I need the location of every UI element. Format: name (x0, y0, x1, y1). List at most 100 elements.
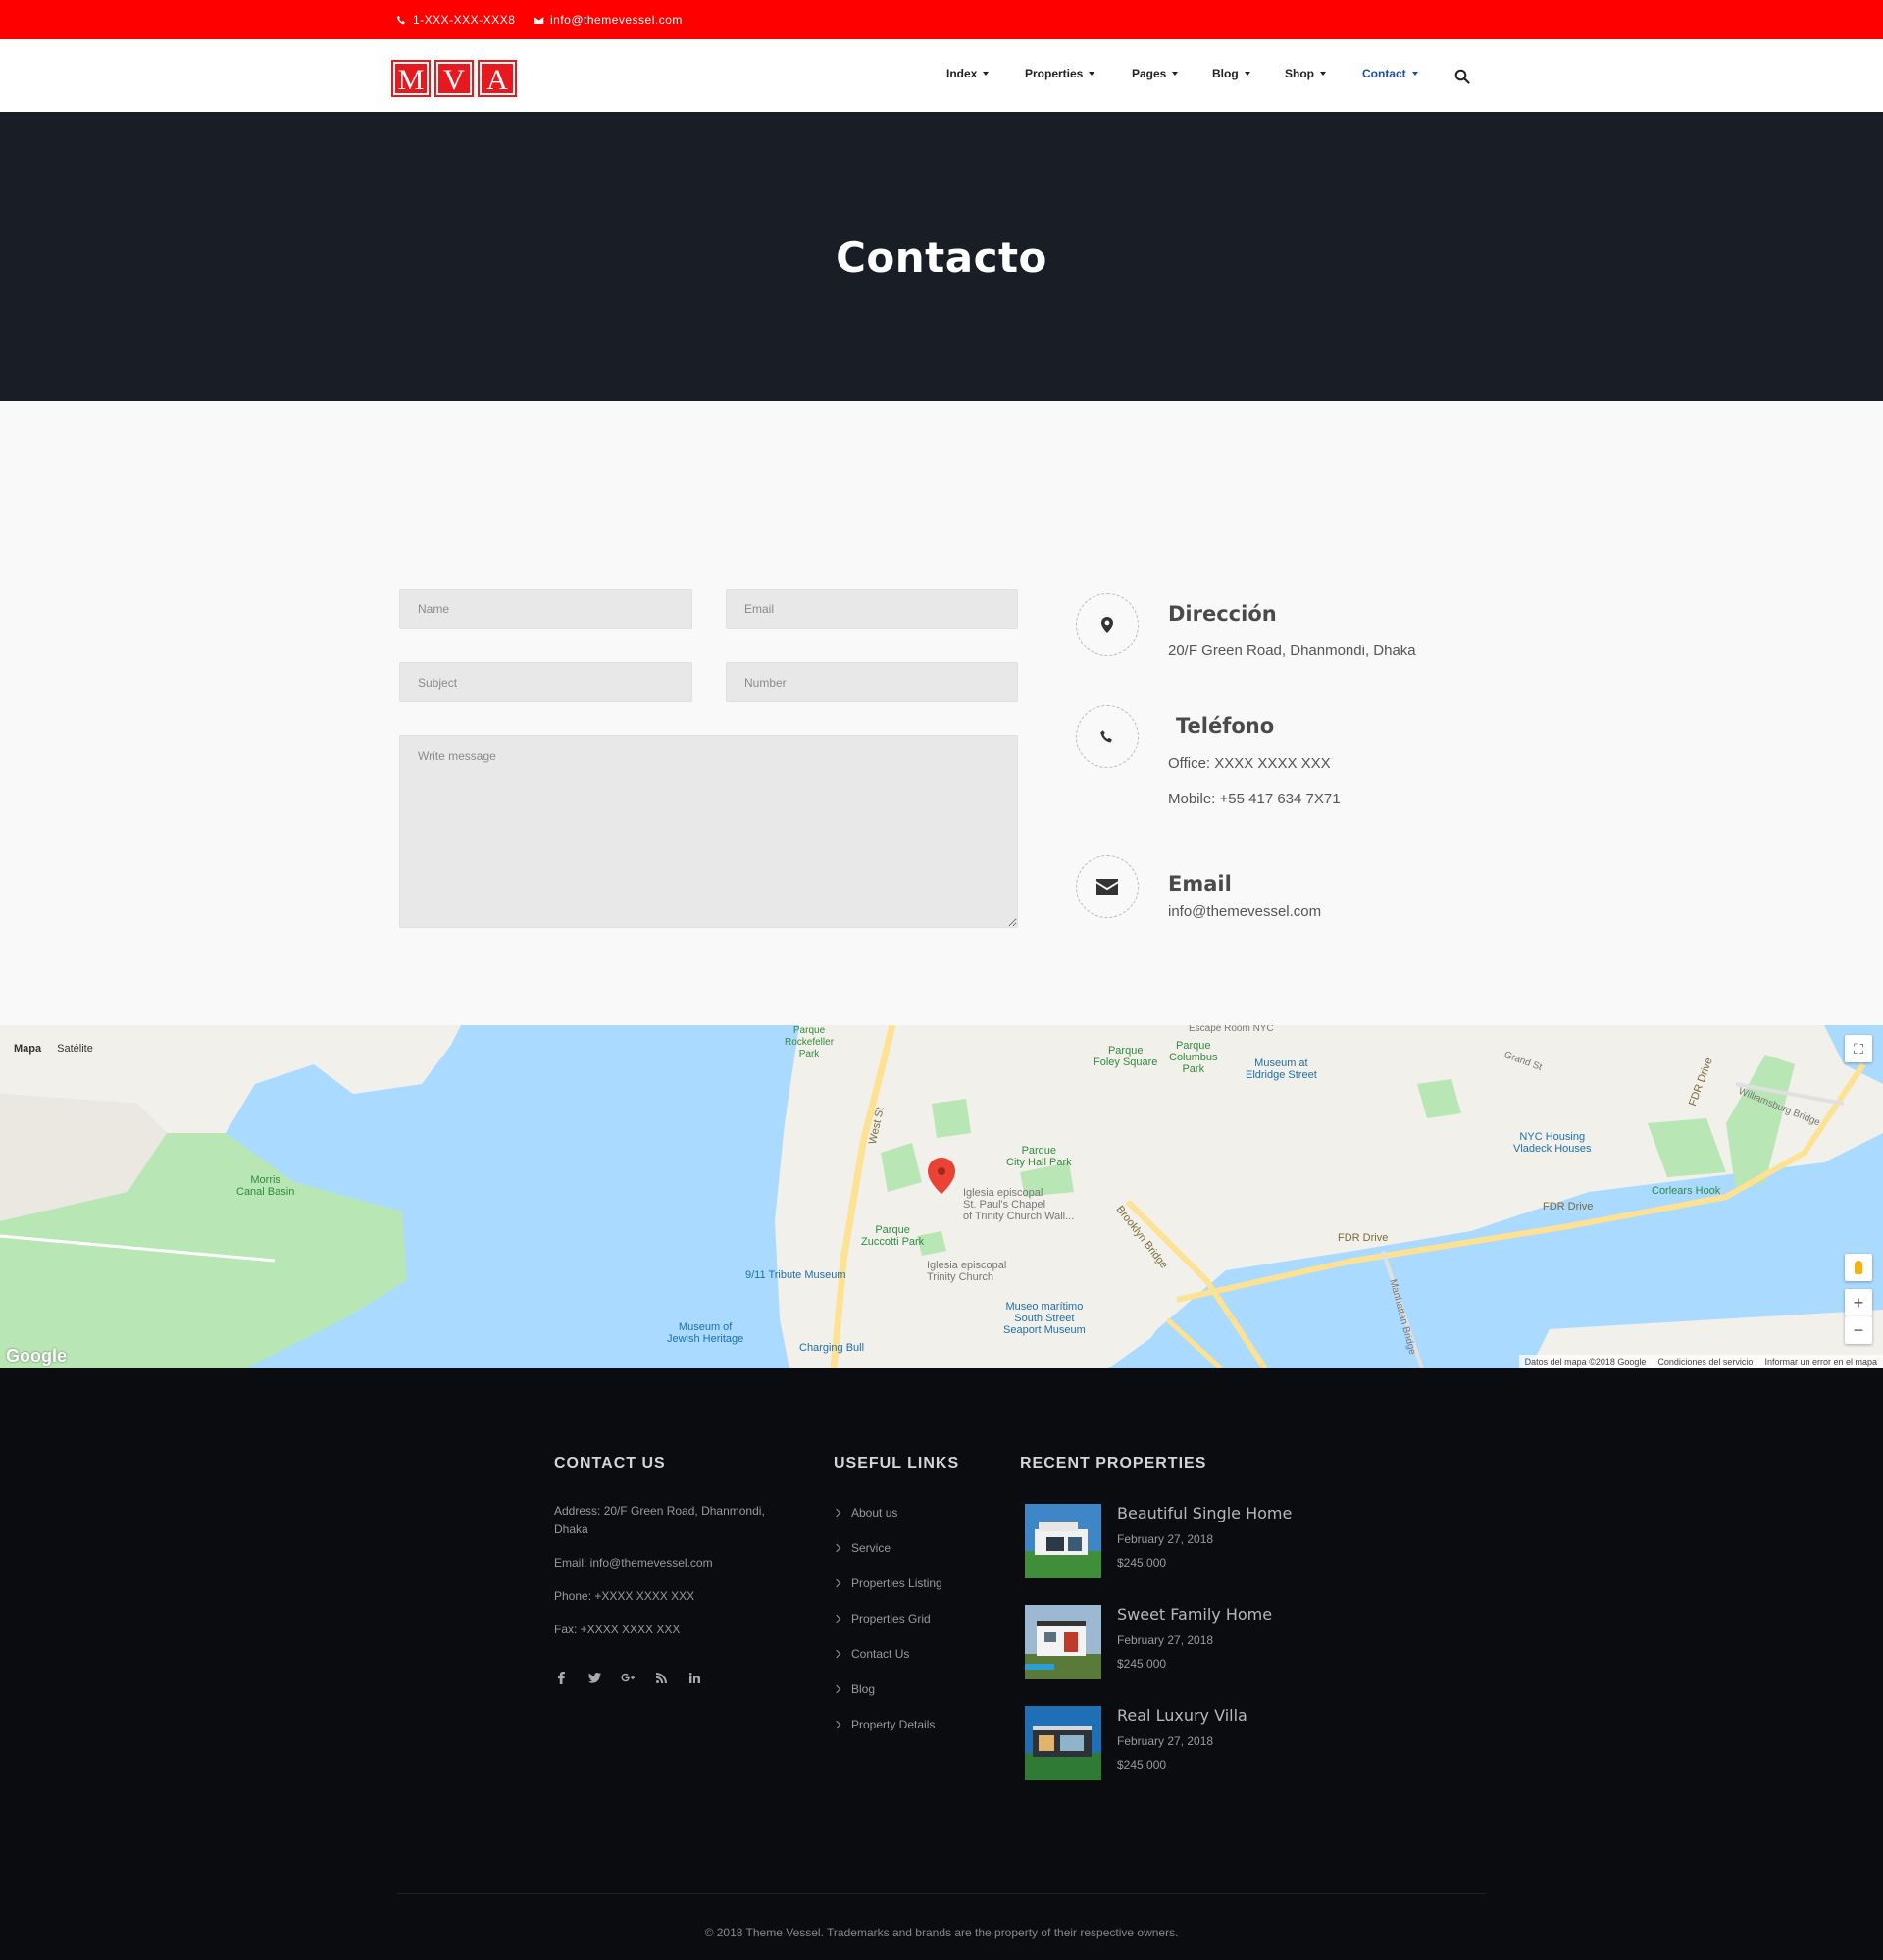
property-title[interactable]: Beautiful Single Home (1117, 1504, 1292, 1522)
footer-link-blog[interactable]: Blog (832, 1682, 876, 1696)
search-icon[interactable] (1454, 69, 1470, 84)
social-links (554, 1671, 701, 1684)
name-input[interactable] (399, 589, 692, 629)
caret-down-icon (1320, 72, 1326, 76)
topbar-email[interactable]: info@themevessel.com (534, 0, 683, 39)
map-attrib-report[interactable]: Informar un error en el mapa (1764, 1355, 1877, 1368)
map-attrib-terms[interactable]: Condiciones del servicio (1657, 1355, 1753, 1368)
property-date: February 27, 2018 (1117, 1633, 1214, 1647)
nav-contact[interactable]: Contact (1362, 67, 1418, 80)
map-label-fdr-1: FDR Drive (1543, 1201, 1594, 1212)
zoom-in-icon[interactable]: + (1845, 1289, 1872, 1316)
map-label-foley: Parque Foley Square (1094, 1045, 1158, 1068)
nav-contact-label: Contact (1362, 67, 1406, 80)
property-price: $245,000 (1117, 1556, 1167, 1570)
footer-link-label: About us (851, 1506, 898, 1520)
map-label-corlears: Corlears Hook (1652, 1185, 1721, 1197)
chevron-right-icon (832, 1720, 841, 1729)
map-label-morris: Morris Canal Basin (236, 1174, 295, 1198)
map-label-nycha: NYC Housing Vladeck Houses (1513, 1131, 1592, 1155)
property-price: $245,000 (1117, 1657, 1167, 1671)
phone-office: Office: XXXX XXXX XXX (1168, 755, 1331, 772)
nav-properties[interactable]: Properties (1025, 67, 1095, 80)
caret-down-icon (1411, 72, 1418, 76)
chevron-right-icon (832, 1649, 841, 1659)
nav-index-label: Index (946, 67, 978, 80)
top-bar: 1-XXX-XXX-XXX8 info@themevessel.com (0, 0, 1883, 39)
map-tab-map[interactable]: Mapa (14, 1043, 41, 1055)
google-plus-icon[interactable] (621, 1671, 635, 1684)
number-input[interactable] (726, 662, 1018, 702)
footer-email[interactable]: Email: info@themevessel.com (554, 1554, 713, 1573)
rss-icon[interactable] (654, 1671, 668, 1684)
footer-link-service[interactable]: Service (832, 1541, 891, 1555)
footer-link-about[interactable]: About us (832, 1506, 898, 1520)
twitter-icon[interactable] (587, 1671, 601, 1684)
footer-contact-heading: CONTACT US (554, 1455, 666, 1471)
subject-input[interactable] (399, 662, 692, 702)
footer-link-label: Blog (851, 1682, 876, 1696)
footer-links-heading: USEFUL LINKS (834, 1455, 960, 1471)
nav-shop[interactable]: Shop (1285, 67, 1326, 80)
map-label-tribute: 9/11 Tribute Museum (745, 1269, 846, 1281)
footer-link-properties-grid[interactable]: Properties Grid (832, 1612, 931, 1625)
caret-down-icon (983, 72, 990, 76)
chevron-right-icon (832, 1543, 841, 1553)
page-title: Contacto (836, 233, 1047, 282)
map-type-tabs: Mapa Satélite (14, 1043, 93, 1055)
nav-index[interactable]: Index (946, 67, 990, 80)
location-map[interactable]: Mapa Satélite Morris Canal Basin Parque … (0, 1025, 1883, 1368)
email-value[interactable]: info@themevessel.com (1168, 903, 1321, 920)
property-title[interactable]: Sweet Family Home (1117, 1605, 1272, 1624)
property-title[interactable]: Real Luxury Villa (1117, 1706, 1247, 1725)
property-thumbnail[interactable] (1025, 1605, 1101, 1679)
email-input[interactable] (726, 589, 1018, 629)
map-label-fdr-2: FDR Drive (1338, 1232, 1389, 1244)
fullscreen-icon[interactable]: ⛶ (1845, 1035, 1872, 1062)
map-attribution: Datos del mapa ©2018 Google Condiciones … (1518, 1355, 1883, 1368)
nav-blog-label: Blog (1212, 67, 1239, 80)
footer-link-label: Properties Listing (851, 1576, 942, 1590)
map-label-stpauls: Iglesia episcopal St. Paul's Chapel of T… (963, 1187, 1075, 1222)
linkedin-icon[interactable] (687, 1671, 701, 1684)
chevron-right-icon (832, 1578, 841, 1588)
map-label-seaport: Museo marítimo South Street Seaport Muse… (1003, 1301, 1086, 1336)
email-title: Email (1168, 872, 1232, 896)
page-hero: Contacto (0, 112, 1883, 401)
footer-link-label: Properties Grid (851, 1612, 931, 1625)
topbar-phone-text: 1-XXX-XXX-XXX8 (413, 13, 516, 26)
envelope-icon (1096, 879, 1118, 895)
address-title: Dirección (1168, 602, 1277, 626)
phone-icon (1100, 730, 1112, 743)
nav-pages[interactable]: Pages (1132, 67, 1179, 80)
map-tab-satellite[interactable]: Satélite (57, 1043, 93, 1055)
message-textarea[interactable] (399, 735, 1018, 928)
zoom-out-icon[interactable]: − (1845, 1316, 1872, 1344)
footer-link-contact[interactable]: Contact Us (832, 1647, 909, 1661)
map-label-columbus: Parque Columbus Park (1169, 1040, 1218, 1075)
facebook-icon[interactable] (554, 1671, 568, 1684)
footer-link-properties-listing[interactable]: Properties Listing (832, 1576, 942, 1590)
nav-blog[interactable]: Blog (1212, 67, 1250, 80)
footer-link-property-details[interactable]: Property Details (832, 1718, 935, 1731)
email-icon-circle (1076, 855, 1139, 918)
map-label-cityhall: Parque City Hall Park (1006, 1145, 1072, 1168)
google-logo: Google (6, 1346, 67, 1366)
pegman-icon[interactable] (1845, 1254, 1872, 1281)
property-price: $245,000 (1117, 1758, 1167, 1772)
chevron-right-icon (832, 1684, 841, 1694)
property-thumbnail[interactable] (1025, 1706, 1101, 1780)
site-header: M V A Index Properties Pages Blog Shop C… (0, 39, 1883, 112)
address-line: 20/F Green Road, Dhanmondi, Dhaka (1168, 643, 1416, 659)
site-logo[interactable]: M V A (391, 60, 517, 97)
phone-icon (396, 15, 405, 24)
chevron-right-icon (832, 1614, 841, 1624)
property-thumbnail[interactable] (1025, 1504, 1101, 1578)
footer-phone: Phone: +XXXX XXXX XXX (554, 1589, 695, 1603)
topbar-phone[interactable]: 1-XXX-XXX-XXX8 (396, 0, 515, 39)
caret-down-icon (1244, 72, 1250, 76)
nav-properties-label: Properties (1025, 67, 1084, 80)
map-label-trinity: Iglesia episcopal Trinity Church (927, 1260, 1007, 1283)
map-label-eldridge: Museum at Eldridge Street (1246, 1057, 1317, 1081)
footer-address: Address: 20/F Green Road, Dhanmondi, Dha… (554, 1504, 765, 1536)
